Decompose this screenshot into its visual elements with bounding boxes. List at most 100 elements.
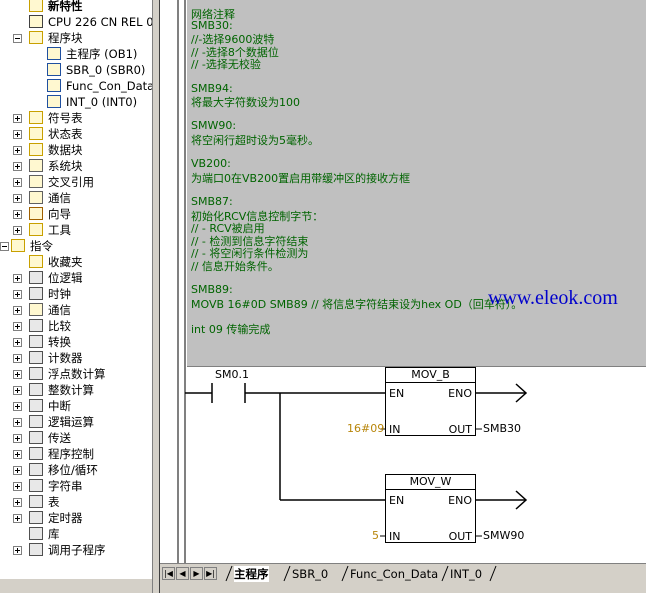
tree-item[interactable]: 传送 (0, 430, 152, 446)
expand-icon[interactable] (13, 322, 22, 331)
collapse-icon[interactable] (13, 34, 22, 43)
expand-icon[interactable] (13, 194, 22, 203)
expand-icon[interactable] (13, 482, 22, 491)
tree-item[interactable]: 指令 (0, 238, 152, 254)
expand-icon[interactable] (13, 210, 22, 219)
tree-item[interactable]: 表 (0, 494, 152, 510)
tree-item[interactable]: 数据块 (0, 142, 152, 158)
tree-item-label: 状态表 (48, 127, 83, 141)
bit-logic-icon (29, 271, 43, 284)
tree-item[interactable]: 比较 (0, 318, 152, 334)
tree-item-label: 字符串 (48, 479, 83, 493)
collapse-icon[interactable] (0, 242, 9, 251)
project-tree[interactable]: 新特性 CPU 226 CN REL 02. 程序块主程序 (OB1) SBR_0 (… (0, 0, 152, 578)
mov-b-in: IN (389, 423, 401, 436)
tree-item-label: 中断 (48, 399, 71, 413)
expand-icon[interactable] (13, 114, 22, 123)
tree-item[interactable]: 主程序 (OB1) (0, 46, 152, 62)
expand-icon[interactable] (13, 386, 22, 395)
mov-b-in-value[interactable]: 16#09 (347, 422, 384, 435)
expand-icon[interactable] (13, 418, 22, 427)
mov-w-block[interactable]: MOV_W EN ENO IN OUT (385, 474, 476, 543)
tree-item[interactable]: 通信 (0, 302, 152, 318)
expand-icon[interactable] (13, 546, 22, 555)
tree-item[interactable]: 整数计算 (0, 382, 152, 398)
mov-b-eno: ENO (448, 387, 472, 400)
comment-line: 将最大字符数设为100 (191, 96, 300, 110)
tree-item[interactable]: 通信 (0, 190, 152, 206)
tree-horizontal-scrollbar[interactable] (0, 578, 152, 593)
expand-icon[interactable] (13, 226, 22, 235)
expand-icon[interactable] (13, 514, 22, 523)
mov-b-title: MOV_B (411, 368, 450, 381)
expand-icon[interactable] (13, 338, 22, 347)
expand-icon[interactable] (13, 162, 22, 171)
compare-icon (29, 319, 43, 332)
expand-icon[interactable] (13, 370, 22, 379)
tree-item[interactable]: 新特性 (0, 0, 152, 14)
expand-icon[interactable] (13, 274, 22, 283)
mov-b-out-value[interactable]: SMB30 (483, 422, 521, 435)
interrupt-icon (29, 399, 43, 412)
tree-item[interactable]: 定时器 (0, 510, 152, 526)
comment-line: SMB87: (191, 195, 233, 208)
mov-w-en: EN (389, 494, 405, 507)
tree-item-label: 指令 (30, 239, 53, 253)
pane-splitter[interactable] (152, 0, 160, 593)
tree-item[interactable]: 时钟 (0, 286, 152, 302)
tree-item[interactable]: 状态表 (0, 126, 152, 142)
tree-item[interactable]: CPU 226 CN REL 02. (0, 14, 152, 30)
tree-item-label: 移位/循环 (48, 463, 98, 477)
tree-item[interactable]: 系统块 (0, 158, 152, 174)
expand-icon[interactable] (13, 306, 22, 315)
tree-item[interactable]: 移位/循环 (0, 462, 152, 478)
mov-w-out-value[interactable]: SMW90 (483, 529, 524, 542)
expand-icon[interactable] (13, 290, 22, 299)
expand-icon[interactable] (13, 466, 22, 475)
expand-icon[interactable] (13, 146, 22, 155)
cpu-icon (29, 15, 43, 28)
expand-icon[interactable] (13, 402, 22, 411)
clock-icon (29, 287, 43, 300)
program-control-icon (29, 447, 43, 460)
tree-item[interactable]: 浮点数计算 (0, 366, 152, 382)
mov-w-in-value[interactable]: 5 (372, 529, 379, 542)
contact-label[interactable]: SM0.1 (215, 368, 249, 381)
expand-icon[interactable] (13, 130, 22, 139)
tree-item[interactable]: 程序控制 (0, 446, 152, 462)
tree-item[interactable]: 交叉引用 (0, 174, 152, 190)
tree-item[interactable]: 库 (0, 526, 152, 542)
tree-item[interactable]: SBR_0 (SBR0) (0, 62, 152, 78)
tree-item[interactable]: 字符串 (0, 478, 152, 494)
tree-item-label: 比较 (48, 319, 71, 333)
tree-item-label: 表 (48, 495, 60, 509)
comment-line: MOVB 16#0D SMB89 // 将信息字符结束设为hex OD（回车符）… (191, 297, 523, 311)
tree-item-label: 程序控制 (48, 447, 94, 461)
tree-item[interactable]: 中断 (0, 398, 152, 414)
folder-icon (29, 143, 43, 156)
tree-item[interactable]: 转换 (0, 334, 152, 350)
expand-icon[interactable] (13, 450, 22, 459)
expand-icon[interactable] (13, 178, 22, 187)
tree-item[interactable]: 程序块 (0, 30, 152, 46)
comment-line: SMB89: (191, 283, 233, 297)
tree-item[interactable]: 收藏夹 (0, 254, 152, 270)
tree-item-label: INT_0 (INT0) (66, 95, 138, 109)
tree-item-label: 数据块 (48, 143, 83, 157)
tree-item[interactable]: 向导 (0, 206, 152, 222)
tree-item[interactable]: 逻辑运算 (0, 414, 152, 430)
tree-item[interactable]: 调用子程序 (0, 542, 152, 558)
tree-item[interactable]: INT_0 (INT0) (0, 94, 152, 110)
expand-icon[interactable] (13, 354, 22, 363)
expand-icon[interactable] (13, 498, 22, 507)
tree-item-label: 浮点数计算 (48, 367, 106, 381)
mov-b-block[interactable]: MOV_B EN ENO IN OUT (385, 367, 476, 436)
tree-item[interactable]: 计数器 (0, 350, 152, 366)
tree-item[interactable]: Func_Con_Data ( (0, 78, 152, 94)
tree-item[interactable]: 工具 (0, 222, 152, 238)
expand-icon[interactable] (13, 434, 22, 443)
tree-item[interactable]: 位逻辑 (0, 270, 152, 286)
tree-item-label: 库 (48, 527, 60, 541)
tree-item[interactable]: 符号表 (0, 110, 152, 126)
tree-item-label: 收藏夹 (48, 255, 83, 269)
